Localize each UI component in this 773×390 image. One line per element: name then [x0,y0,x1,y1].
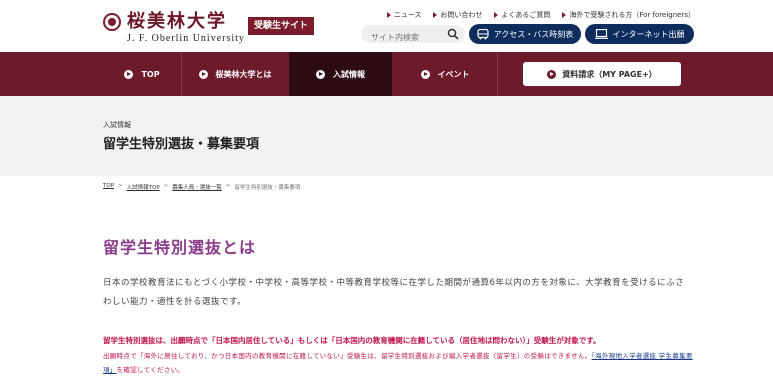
breadcrumb: TOP > 入試情報TOP > 募集人員・選抜一覧 > 留学生特別選抜・募集要項 [103,183,301,191]
breadcrumb-link-admissions[interactable]: 入試情報TOP [127,183,160,191]
bus-icon [477,28,489,39]
arrow-icon [494,12,499,18]
circle-arrow-icon [420,69,430,79]
nav-item-events[interactable]: イベント [393,52,497,96]
utility-links: ニュース お問い合わせ よくあるご質問 海外で受験される方（For foreig… [386,10,695,20]
circle-arrow-icon [316,69,325,79]
exam-site-badge[interactable]: 受験生サイト [248,17,315,35]
page-category: 入試情報 [103,121,131,129]
section-paragraph: 日本の学校教育法にもとづく小学校・中学校・高等学校・中等教育学校等に在学した期間… [103,278,685,307]
breadcrumb-link-selection-list[interactable]: 募集人員・選抜一覧 [172,183,222,191]
monitor-icon [594,29,608,39]
logo-english: J. F. Oberlin University [127,33,245,44]
arrow-icon [562,12,567,18]
utility-link-foreigners[interactable]: 海外で受験される方（For foreigners） [562,10,695,20]
eligibility-note: 出願時点で「海外に居住しており、かつ日本国内の教育機関に在籍していない」受験生は… [103,352,693,374]
site-header: 桜美林大学 J. F. Oberlin University 受験生サイト ニュ… [0,0,773,52]
circle-arrow-icon [124,69,134,79]
page-title: 留学生特別選抜・募集要項 [103,137,260,152]
nav-item-admissions[interactable]: 入試情報 [289,52,392,96]
utility-link-news[interactable]: ニュース [386,10,421,20]
eligibility-notice: 留学生特別選抜は、出願時点で「日本国内居住している」もしくは「日本国内の教育機関… [103,336,601,345]
site-search [361,25,465,47]
internet-application-button[interactable]: インターネット出願 [585,24,694,44]
breadcrumb-link-top[interactable]: TOP [103,183,114,191]
logo-emblem-icon [103,13,121,31]
search-input[interactable] [361,28,439,47]
access-bus-button[interactable]: アクセス・バス時刻表 [469,24,581,44]
nav-item-about[interactable]: 桜美林大学とは [182,52,288,96]
arrow-icon [386,12,391,18]
nav-item-top[interactable]: TOP [103,52,181,96]
arrow-icon [433,12,438,18]
utility-link-contact[interactable]: お問い合わせ [433,10,482,20]
request-materials-button[interactable]: 資料請求（MY PAGE+） [523,62,681,86]
circle-arrow-icon [547,69,557,79]
circle-arrow-icon [198,69,208,79]
logo-japanese: 桜美林大学 [127,11,227,32]
breadcrumb-current: 留学生特別選抜・募集要項 [234,185,301,191]
search-icon[interactable] [447,28,459,40]
nav-divider [497,52,498,96]
utility-link-faq[interactable]: よくあるご質問 [494,10,550,20]
section-heading: 留学生特別選抜とは [103,238,257,257]
university-logo[interactable]: 桜美林大学 J. F. Oberlin University [103,12,245,44]
